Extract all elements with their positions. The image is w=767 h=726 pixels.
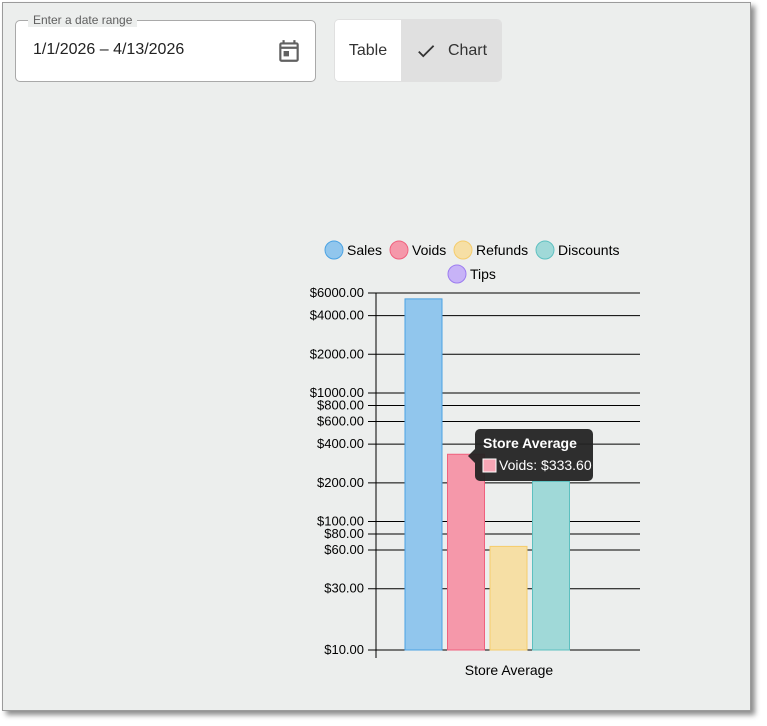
bar-sales: [404, 298, 443, 651]
bar-voids: [447, 453, 485, 651]
legend-swatch-sales: [324, 240, 344, 260]
y-tick-label: $60.00: [324, 542, 364, 557]
legend-swatch-voids: [389, 240, 409, 260]
legend-label-voids: Voids: [412, 242, 446, 258]
y-tick-label: $1000.00: [310, 385, 364, 400]
y-tick-label: $2000.00: [310, 346, 364, 361]
bar-refunds: [489, 545, 528, 651]
legend-swatch-refunds: [453, 240, 473, 260]
tooltip-title: Store Average: [483, 435, 577, 451]
x-category-label: Store Average: [465, 662, 554, 678]
y-tick-label: $100.00: [317, 513, 364, 528]
bar-chart: $10.00$30.00$60.00$80.00$100.00$200.00$4…: [310, 240, 640, 678]
legend-label-discounts: Discounts: [558, 242, 619, 258]
y-tick-label: $6000.00: [310, 285, 364, 300]
legend-label-refunds: Refunds: [476, 242, 528, 258]
y-tick-label: $400.00: [317, 436, 364, 451]
y-tick-label: $200.00: [317, 475, 364, 490]
tooltip-swatch: [482, 458, 497, 473]
y-tick-label: $10.00: [324, 642, 364, 657]
dialog-frame: Enter a date range 1/1/2026 – 4/13/2026 …: [2, 2, 751, 711]
tooltip-text: Voids: $333.60: [499, 457, 592, 473]
legend-swatch-tips: [447, 264, 467, 284]
bar-discounts: [532, 480, 570, 651]
y-tick-label: $4000.00: [310, 308, 364, 323]
legend-swatch-discounts: [535, 240, 555, 260]
legend-label-tips: Tips: [470, 266, 496, 282]
legend-label-sales: Sales: [347, 242, 382, 258]
y-tick-label: $30.00: [324, 581, 364, 596]
y-tick-label: $600.00: [317, 414, 364, 429]
